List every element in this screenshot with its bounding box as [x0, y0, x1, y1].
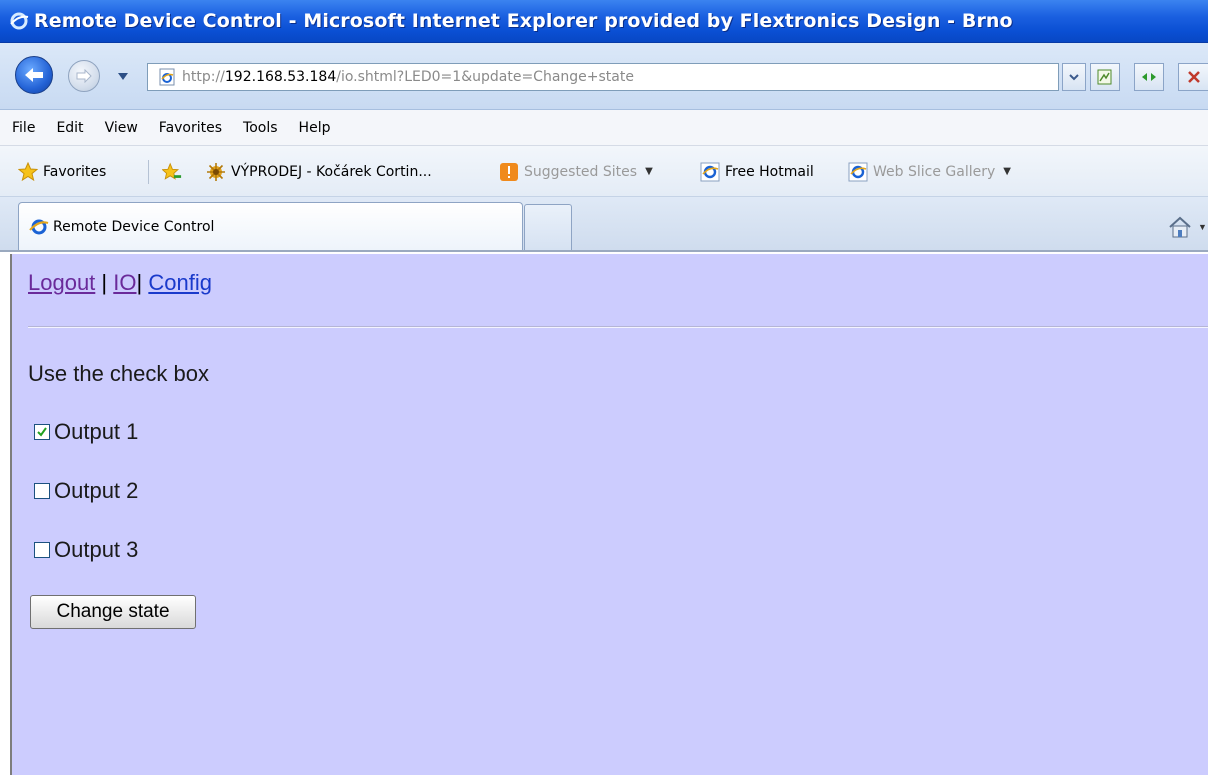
star-icon [18, 161, 38, 182]
address-field[interactable]: http://192.168.53.184/io.shtml?LED0=1&up… [147, 63, 1059, 91]
window-title: Remote Device Control - Microsoft Intern… [34, 10, 1013, 32]
suggested-sites-button[interactable]: Suggested Sites ▼ [499, 146, 653, 197]
link-separator: | [136, 270, 143, 295]
chevron-down-icon: ▼ [645, 166, 653, 177]
menu-file[interactable]: File [12, 120, 35, 136]
new-tab-button[interactable] [524, 204, 572, 250]
favorites-bar: Favorites VÝPRODEJ - Kočárek Cortin... S… [0, 146, 1208, 197]
home-button[interactable]: ▼ [1168, 215, 1208, 239]
address-dropdown-button[interactable] [1062, 63, 1086, 91]
navigation-bar: http://192.168.53.184/io.shtml?LED0=1&up… [0, 43, 1208, 110]
favorite-link-vyprodej[interactable]: VÝPRODEJ - Kočárek Cortin... [206, 146, 432, 197]
change-state-button[interactable]: Change state [30, 595, 196, 629]
suggested-sites-icon [499, 162, 519, 182]
ie-page-icon [848, 162, 868, 182]
output-2-checkbox[interactable] [34, 483, 50, 499]
chevron-down-icon: ▼ [1198, 222, 1207, 232]
link-separator: | [101, 270, 108, 295]
refresh-icon [1142, 73, 1156, 81]
instruction-text: Use the check box [28, 361, 209, 386]
output-2-label: Output 2 [54, 478, 139, 503]
logout-link[interactable]: Logout [28, 270, 95, 295]
ie-logo-icon [29, 217, 49, 237]
chevron-down-icon [1069, 73, 1079, 80]
menu-favorites[interactable]: Favorites [159, 120, 222, 136]
page-content: Logout | IO| Config Use the check box Ou… [10, 254, 1208, 775]
add-to-favorites-bar-button[interactable] [162, 146, 187, 197]
close-icon [1187, 71, 1200, 83]
compatibility-view-icon [1097, 69, 1112, 85]
chevron-down-icon: ▼ [1003, 166, 1011, 177]
page-navigation: Logout | IO| Config [28, 270, 212, 296]
menu-tools[interactable]: Tools [243, 120, 278, 136]
output-1-checkbox[interactable] [34, 424, 50, 440]
output-3-label: Output 3 [54, 537, 139, 562]
output-3-row: Output 3 [34, 537, 138, 563]
back-arrow-icon [25, 68, 43, 82]
config-link[interactable]: Config [148, 270, 212, 295]
tab-label: Remote Device Control [53, 218, 215, 235]
stop-button[interactable] [1178, 63, 1208, 91]
favorites-button[interactable]: Favorites [18, 146, 106, 197]
compatibility-view-button[interactable] [1090, 63, 1120, 91]
url-text: http://192.168.53.184/io.shtml?LED0=1&up… [182, 69, 634, 85]
favorites-label: Favorites [43, 163, 107, 180]
add-favorite-star-icon [162, 162, 182, 182]
output-3-checkbox[interactable] [34, 542, 50, 558]
io-link[interactable]: IO [113, 270, 136, 295]
output-1-row: Output 1 [34, 419, 138, 445]
menu-help[interactable]: Help [299, 120, 331, 136]
tab-bar: Remote Device Control ▼ [0, 197, 1208, 252]
output-1-label: Output 1 [54, 419, 139, 444]
chevron-down-icon [118, 72, 128, 80]
favorite-link-hotmail[interactable]: Free Hotmail [700, 146, 814, 197]
ie-logo-icon [8, 10, 30, 32]
forward-button[interactable] [68, 60, 100, 92]
ie-page-icon [700, 162, 720, 182]
window-title-bar: Remote Device Control - Microsoft Intern… [0, 0, 1208, 43]
menu-view[interactable]: View [105, 120, 138, 136]
web-slice-gallery-button[interactable]: Web Slice Gallery ▼ [848, 146, 1011, 197]
home-icon [1169, 216, 1191, 238]
horizontal-rule [28, 326, 1208, 328]
checkmark-icon [37, 427, 47, 437]
forward-arrow-icon [76, 69, 92, 83]
tab-remote-device-control[interactable]: Remote Device Control [18, 202, 523, 250]
site-favicon-icon [206, 162, 226, 182]
menu-bar: File Edit View Favorites Tools Help [0, 110, 1208, 146]
refresh-button[interactable] [1134, 63, 1164, 91]
favorites-separator [148, 160, 149, 184]
recent-pages-dropdown[interactable] [118, 72, 128, 80]
output-2-row: Output 2 [34, 478, 138, 504]
menu-edit[interactable]: Edit [56, 120, 83, 136]
ie-page-icon [158, 68, 176, 86]
back-button[interactable] [15, 56, 53, 94]
